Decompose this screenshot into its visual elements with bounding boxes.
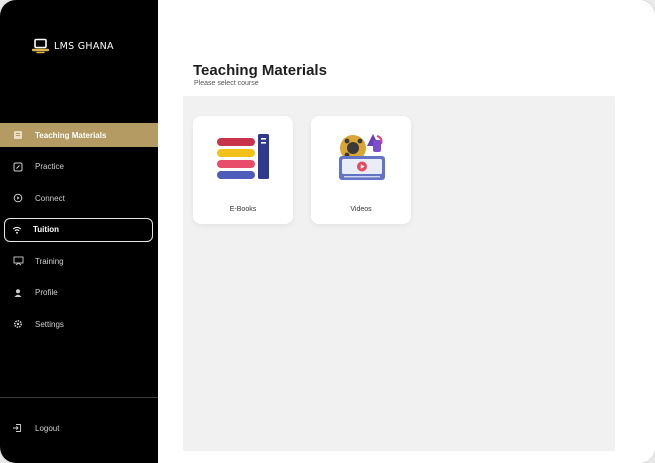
sidebar-item-label: Teaching Materials	[35, 130, 107, 140]
sidebar-item-label: Connect	[35, 193, 65, 203]
card-label: E-Books	[229, 206, 257, 213]
main-content: Teaching Materials Please select course …	[158, 0, 655, 463]
course-card-ebooks[interactable]: E-Books	[193, 116, 293, 224]
sidebar-item-label: Tuition	[33, 225, 60, 234]
logout-button[interactable]: Logout	[12, 422, 59, 434]
sidebar-nav: Teaching Materials Practice Connect Tuit…	[0, 123, 158, 344]
sidebar-item-tuition[interactable]: Tuition	[4, 217, 153, 242]
brand-name: LMS GHANA	[54, 40, 114, 52]
logout-label: Logout	[35, 423, 60, 433]
card-label: Videos	[350, 206, 372, 213]
wifi-icon	[11, 224, 23, 236]
sidebar-item-settings[interactable]: Settings	[0, 312, 158, 336]
sidebar-item-profile[interactable]: Profile	[0, 281, 158, 305]
gear-icon	[12, 318, 24, 330]
sidebar-item-label: Practice	[35, 162, 64, 171]
course-card-videos[interactable]: Videos	[311, 116, 411, 224]
book-icon	[12, 129, 24, 141]
sidebar-item-training[interactable]: Training	[0, 249, 158, 273]
presentation-icon	[12, 255, 24, 267]
sidebar: LMS GHANA Teaching Materials Practice Co…	[0, 0, 158, 463]
course-panel: E-Books Videos	[183, 96, 615, 451]
play-circle-icon	[12, 192, 24, 204]
app-window: LMS GHANA Teaching Materials Practice Co…	[0, 0, 655, 463]
edit-icon	[12, 161, 24, 173]
ebooks-icon	[217, 134, 269, 179]
sidebar-item-label: Training	[35, 256, 64, 266]
sidebar-item-connect[interactable]: Connect	[0, 186, 158, 210]
laptop-logo-icon	[32, 38, 50, 54]
sidebar-item-practice[interactable]: Practice	[0, 155, 158, 179]
logout-icon	[12, 422, 24, 434]
brand[interactable]: LMS GHANA	[32, 38, 114, 54]
sidebar-divider	[0, 397, 158, 398]
videos-icon	[339, 134, 385, 180]
page-title: Teaching Materials	[193, 62, 327, 79]
sidebar-item-label: Profile	[35, 288, 58, 297]
user-icon	[12, 287, 24, 299]
sidebar-item-teaching-materials[interactable]: Teaching Materials	[0, 123, 158, 147]
page-subtitle: Please select course	[194, 80, 259, 87]
sidebar-item-label: Settings	[35, 319, 64, 329]
